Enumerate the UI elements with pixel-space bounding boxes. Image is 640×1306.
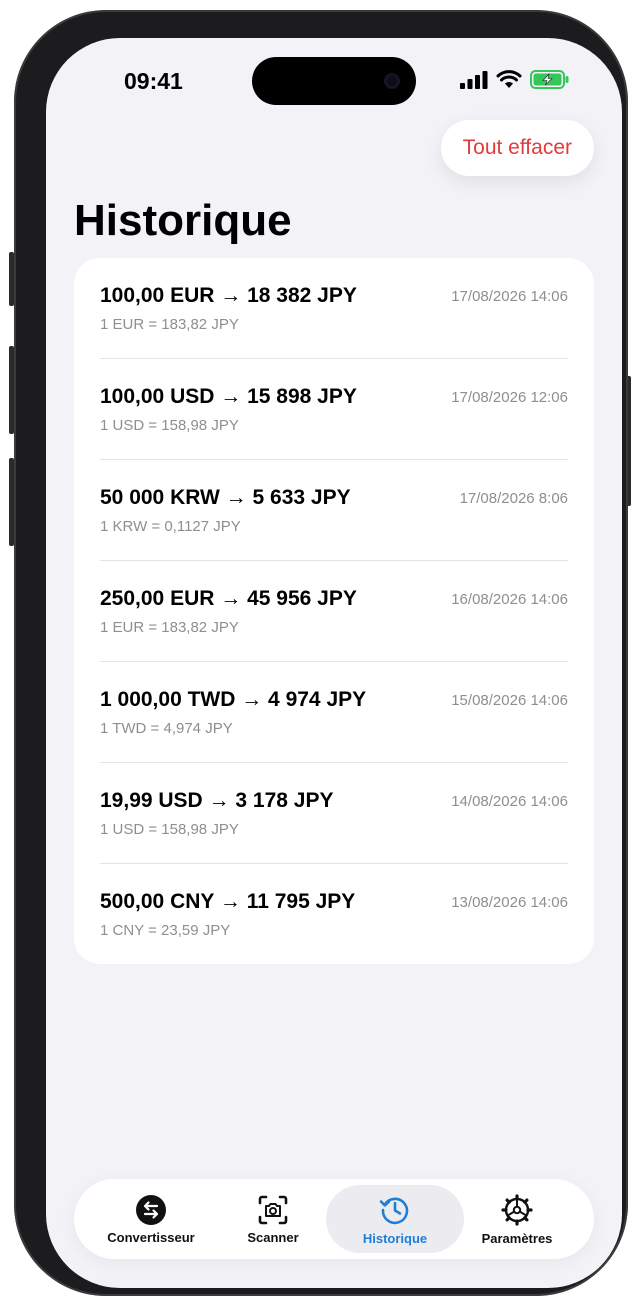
tab-parametres[interactable]: Paramètres <box>448 1185 586 1253</box>
rate-text: 1 KRW = 0,1127 JPY <box>100 518 241 535</box>
rate-text: 1 USD = 158,98 JPY <box>100 417 239 434</box>
history-item[interactable]: 50 000 KRW → 5 633 JPY 1 KRW = 0,1127 JP… <box>100 460 568 561</box>
conversion-text: 100,00 USD → 15 898 JPY <box>100 385 357 408</box>
history-item[interactable]: 1 000,00 TWD → 4 974 JPY 1 TWD = 4,974 J… <box>100 662 568 763</box>
status-time: 09:41 <box>124 68 183 94</box>
tab-historique[interactable]: Historique <box>326 1185 464 1253</box>
history-item[interactable]: 19,99 USD → 3 178 JPY 1 USD = 158,98 JPY… <box>100 763 568 864</box>
screen: 09:41 Tout effacer Historique 100,00 EUR… <box>46 38 622 1288</box>
clear-all-button[interactable]: Tout effacer <box>440 120 594 176</box>
tab-label: Convertisseur <box>107 1229 195 1245</box>
conversion-text: 500,00 CNY → 11 795 JPY <box>100 890 356 913</box>
rate-text: 1 EUR = 183,82 JPY <box>100 619 239 636</box>
rate-text: 1 USD = 158,98 JPY <box>100 821 239 838</box>
tab-scanner[interactable]: Scanner <box>204 1185 342 1253</box>
phone-frame: 09:41 Tout effacer Historique 100,00 EUR… <box>14 10 628 1296</box>
conversion-text: 100,00 EUR → 18 382 JPY <box>100 284 357 307</box>
dynamic-island <box>252 57 416 105</box>
history-list: 100,00 EUR → 18 382 JPY 1 EUR = 183,82 J… <box>74 258 594 964</box>
convert-icon <box>136 1194 166 1225</box>
timestamp: 14/08/2026 14:06 <box>451 793 568 810</box>
timestamp: 13/08/2026 14:06 <box>451 894 568 911</box>
timestamp: 17/08/2026 8:06 <box>459 490 568 507</box>
history-icon <box>379 1197 409 1224</box>
conversion-text: 50 000 KRW → 5 633 JPY <box>100 486 351 509</box>
tab-bar: Convertisseur Scanner Historique Paramèt… <box>74 1179 594 1259</box>
history-item[interactable]: 500,00 CNY → 11 795 JPY 1 CNY = 23,59 JP… <box>100 864 568 964</box>
history-item[interactable]: 250,00 EUR → 45 956 JPY 1 EUR = 183,82 J… <box>100 561 568 662</box>
timestamp: 17/08/2026 14:06 <box>451 288 568 305</box>
timestamp: 17/08/2026 12:06 <box>451 389 568 406</box>
battery-charging-icon <box>530 70 569 89</box>
rate-text: 1 TWD = 4,974 JPY <box>100 720 233 737</box>
timestamp: 15/08/2026 14:06 <box>451 692 568 709</box>
history-item[interactable]: 100,00 EUR → 18 382 JPY 1 EUR = 183,82 J… <box>100 258 568 359</box>
rate-text: 1 CNY = 23,59 JPY <box>100 922 231 939</box>
tab-label: Paramètres <box>481 1230 553 1246</box>
conversion-text: 250,00 EUR → 45 956 JPY <box>100 587 357 610</box>
timestamp: 16/08/2026 14:06 <box>451 591 568 608</box>
cellular-signal-icon <box>460 70 488 89</box>
page-title: Historique <box>74 196 292 245</box>
conversion-text: 19,99 USD → 3 178 JPY <box>100 789 334 812</box>
camera-scan-icon <box>258 1195 288 1224</box>
tab-label: Scanner <box>247 1229 299 1245</box>
status-icons <box>460 70 570 89</box>
tab-convertisseur[interactable]: Convertisseur <box>82 1185 220 1253</box>
wifi-icon <box>496 70 522 88</box>
rate-text: 1 EUR = 183,82 JPY <box>100 316 239 333</box>
gear-icon <box>501 1193 533 1226</box>
front-camera <box>384 73 400 89</box>
tab-label: Historique <box>362 1230 428 1246</box>
conversion-text: 1 000,00 TWD → 4 974 JPY <box>100 688 367 711</box>
history-item[interactable]: 100,00 USD → 15 898 JPY 1 USD = 158,98 J… <box>100 359 568 460</box>
